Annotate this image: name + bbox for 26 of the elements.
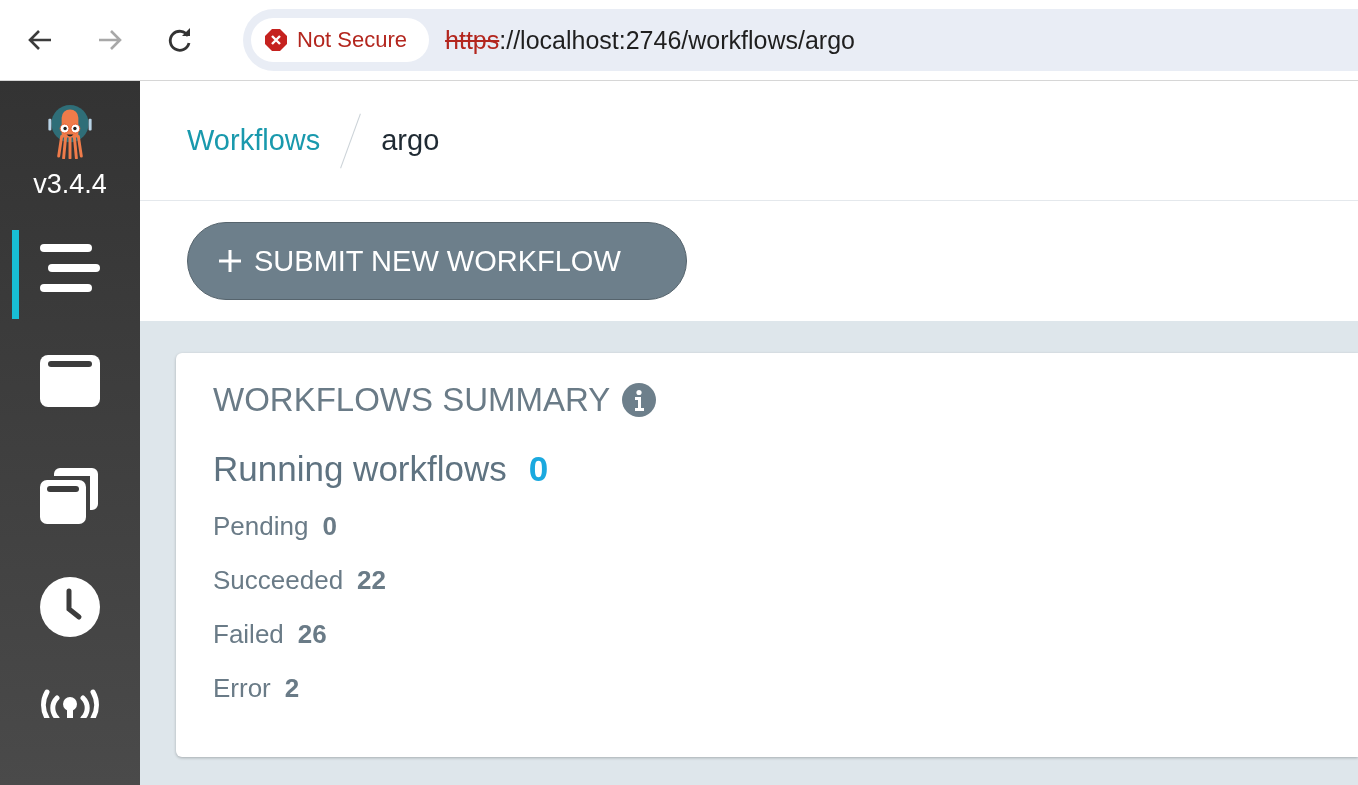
stat-label: Succeeded: [213, 565, 344, 596]
security-chip[interactable]: Not Secure: [251, 18, 430, 62]
stat-count: 0: [322, 511, 337, 542]
plus-icon: [218, 249, 242, 273]
url-text: https://localhost:2746/workflows/argo: [445, 25, 855, 55]
card-title: WORKFLOWS SUMMARY: [213, 381, 611, 419]
stat-count: 26: [297, 619, 327, 650]
window-icon[interactable]: [40, 355, 100, 407]
stat-label: Failed: [213, 619, 284, 650]
breadcrumb-link[interactable]: Workflows: [187, 124, 321, 157]
breadcrumb-current: argo: [381, 124, 440, 157]
stat-label: Pending: [213, 511, 309, 542]
security-label: Not Secure: [297, 27, 408, 53]
info-icon[interactable]: [622, 383, 657, 417]
address-bar[interactable]: Not Secure https://localhost:2746/workflows/argo: [243, 9, 1358, 71]
stat-label: Error: [213, 673, 271, 704]
running-label: Running workflows: [213, 449, 507, 489]
error-icon: [265, 29, 287, 51]
clock-icon[interactable]: [40, 577, 100, 637]
stat-count: 2: [284, 673, 300, 704]
menu-icon[interactable]: [40, 244, 100, 292]
stat-count: 22: [357, 565, 387, 596]
submit-workflow-button[interactable]: SUBMIT NEW WORKFLOW: [187, 222, 687, 300]
version-label: v3.4.4: [33, 169, 107, 200]
running-count: 0: [528, 449, 549, 489]
stacked-windows-icon[interactable]: [40, 466, 100, 524]
